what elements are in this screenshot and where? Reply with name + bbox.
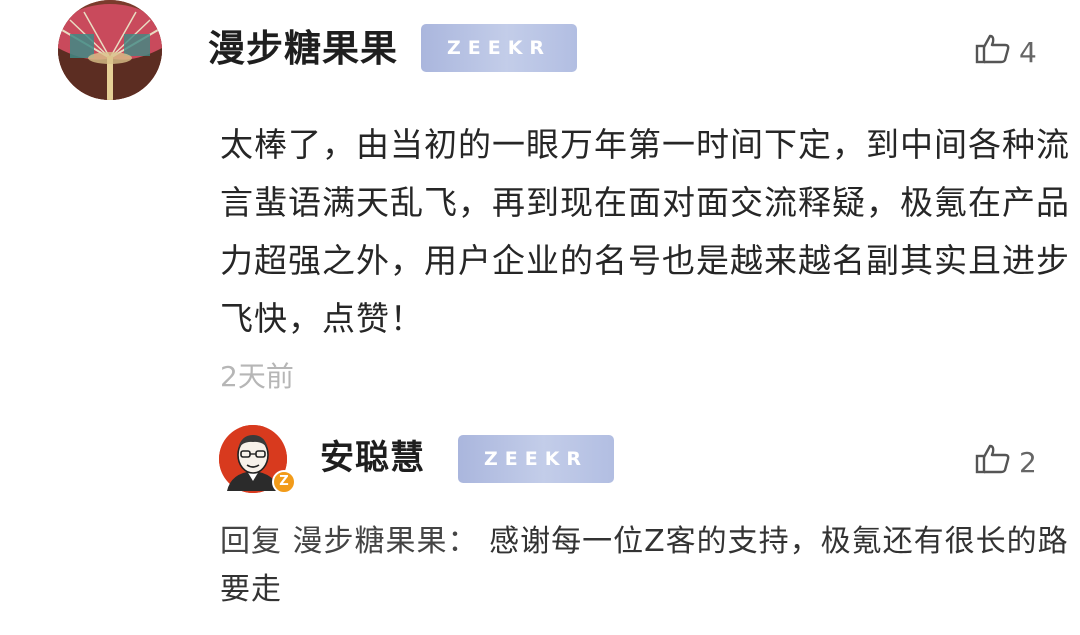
thumbs-up-icon xyxy=(975,443,1011,483)
like-count: 2 xyxy=(1019,446,1037,479)
comment-text: 太棒了，由当初的一眼万年第一时间下定，到中间各种流言蜚语满天乱飞，再到现在面对面… xyxy=(220,125,1070,338)
like-button[interactable]: 4 xyxy=(975,33,1037,73)
thumbs-up-icon xyxy=(975,33,1011,73)
like-button[interactable]: 2 xyxy=(975,443,1037,483)
reply-prefix: 回复 漫步糖果果： xyxy=(220,524,479,559)
comment-time: 2天前 xyxy=(220,360,294,393)
brand-badge: ZEEKR xyxy=(421,24,577,72)
like-count: 4 xyxy=(1019,36,1037,69)
brand-badge: ZEEKR xyxy=(458,435,614,483)
verified-badge-icon: Z xyxy=(272,470,296,494)
fan-avatar-image xyxy=(58,0,162,100)
reply-text: 回复 漫步糖果果： 感谢每一位Z客的支持，极氪还有很长的路要走 xyxy=(220,518,1070,614)
reply-username[interactable]: 安聪慧 xyxy=(320,436,425,480)
user-avatar[interactable] xyxy=(58,0,162,100)
comment-username[interactable]: 漫步糖果果 xyxy=(208,26,398,72)
